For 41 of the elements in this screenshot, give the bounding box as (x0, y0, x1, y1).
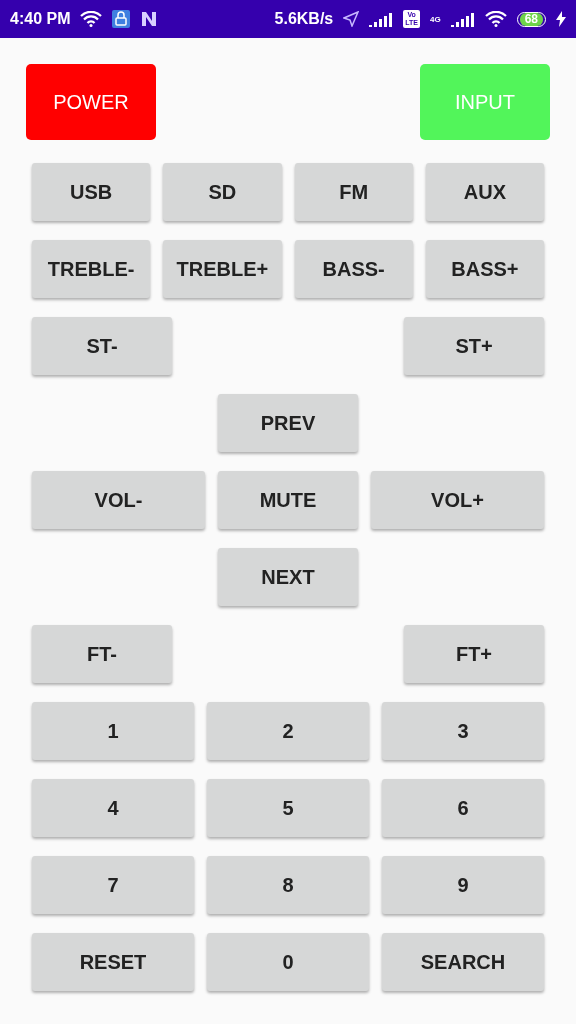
remote-button[interactable]: MUTE (218, 471, 358, 529)
remote-button[interactable]: 6 (382, 779, 544, 837)
remote-button[interactable]: FT- (32, 625, 172, 683)
remote-button[interactable]: NEXT (218, 548, 358, 606)
network-type: 4G (429, 14, 441, 24)
signal-icon (369, 11, 394, 27)
remote-button[interactable]: 3 (382, 702, 544, 760)
remote-button[interactable]: ST+ (404, 317, 544, 375)
remote-button[interactable]: AUX (425, 163, 544, 221)
remote-button[interactable]: VOL- (32, 471, 205, 529)
remote-button[interactable]: TREBLE+ (163, 240, 282, 298)
remote-button[interactable]: 5 (207, 779, 369, 837)
remote-button[interactable]: BASS- (294, 240, 413, 298)
remote-button[interactable]: FM (294, 163, 413, 221)
charging-icon (556, 11, 566, 27)
network-speed: 5.6KB/s (274, 10, 334, 28)
remote-button[interactable]: BASS+ (425, 240, 544, 298)
remote-button[interactable]: SD (163, 163, 282, 221)
power-button[interactable]: POWER (26, 64, 156, 140)
remote-button[interactable]: 2 (207, 702, 369, 760)
remote-button[interactable]: USB (32, 163, 151, 221)
remote-button[interactable]: ST- (32, 317, 172, 375)
signal-icon (450, 11, 475, 27)
lock-icon (112, 10, 131, 28)
remote-button[interactable]: TREBLE- (32, 240, 151, 298)
clock: 4:40 PM (10, 10, 71, 28)
remote-button[interactable]: 0 (207, 933, 369, 991)
wifi-icon (484, 11, 507, 27)
remote-button[interactable]: 1 (32, 702, 194, 760)
remote-button[interactable]: 8 (207, 856, 369, 914)
notification-icon (140, 10, 159, 28)
remote-button[interactable]: 7 (32, 856, 194, 914)
remote-button[interactable]: PREV (218, 394, 358, 452)
remote-button[interactable]: 9 (382, 856, 544, 914)
remote-button[interactable]: FT+ (404, 625, 544, 683)
remote-button[interactable]: VOL+ (371, 471, 544, 529)
remote-button[interactable]: 4 (32, 779, 194, 837)
location-icon (343, 11, 360, 27)
remote-button[interactable]: RESET (32, 933, 194, 991)
remote-button[interactable]: SEARCH (382, 933, 544, 991)
wifi-icon (80, 11, 103, 27)
